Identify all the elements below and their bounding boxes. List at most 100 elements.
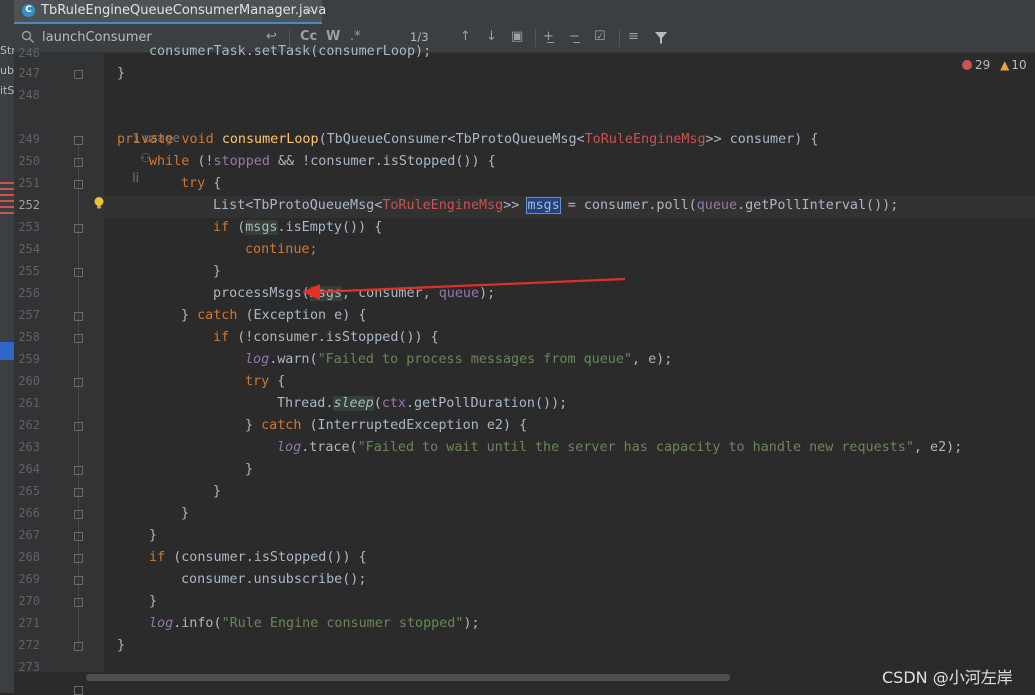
usage-highlight: sleep <box>333 396 374 411</box>
code-token: "Failed to wait until the server has cap… <box>357 440 914 455</box>
fold-marker[interactable] <box>74 136 83 145</box>
code-token: .getPollInterval()); <box>737 198 899 213</box>
line-number: 254 <box>18 242 40 256</box>
code-token: continue <box>245 242 310 257</box>
line-number: 249 <box>18 132 40 146</box>
watermark: CSDN @小河左岸 <box>882 668 1013 687</box>
project-tree-text: ub <box>0 64 14 77</box>
editor-gutter: 246 247 248 249 250 251 252 253 254 255 … <box>14 46 104 695</box>
code-line: } <box>213 484 222 499</box>
code-line: try { <box>245 372 285 392</box>
project-tree-text: itS <box>0 84 14 97</box>
error-icon <box>962 60 972 70</box>
code-line: consumer.unsubscribe(); <box>181 572 367 587</box>
code-token: log <box>277 440 302 455</box>
fold-marker[interactable] <box>74 554 83 563</box>
search-icon[interactable] <box>21 30 35 44</box>
fold-marker[interactable] <box>74 180 83 189</box>
code-line: } catch (Exception e) { <box>181 306 366 326</box>
code-token: = consumer.poll( <box>559 198 697 213</box>
fold-marker[interactable] <box>74 312 83 321</box>
scrollbar-thumb[interactable] <box>86 674 730 681</box>
line-number: 272 <box>18 638 40 652</box>
selected-tree-item[interactable] <box>0 342 14 360</box>
line-number: 263 <box>18 440 40 454</box>
code-token: "Rule Engine consumer stopped" <box>221 616 464 631</box>
code-token: try <box>181 176 206 191</box>
code-token: } <box>181 308 198 323</box>
next-occurrence-icon[interactable]: ↓ <box>486 29 497 44</box>
previous-occurrence-icon[interactable]: ↑ <box>460 29 471 44</box>
code-token: && !consumer.isStopped()) { <box>269 154 496 169</box>
line-number: 258 <box>18 330 40 344</box>
code-token: if <box>213 220 238 235</box>
usage-inlay-hint[interactable]: 1 usage ⚇ li <box>117 108 180 185</box>
code-token: >> <box>503 198 528 213</box>
code-token: .trace( <box>301 440 358 455</box>
warning-icon: ▲ <box>1000 58 1010 72</box>
line-number: 246 <box>18 46 40 60</box>
code-line: } <box>117 638 126 653</box>
code-line: } catch (InterruptedException e2) { <box>245 416 527 436</box>
code-token: if <box>213 330 238 345</box>
unselect-occurrence-icon[interactable]: −̲ <box>569 29 580 44</box>
inspection-widget[interactable]: 29 ▲ 10 <box>962 58 1027 72</box>
code-line: log.warn("Failed to process messages fro… <box>245 350 672 370</box>
error-marker <box>0 200 14 202</box>
code-token: consumerLoop <box>221 132 319 147</box>
code-editor[interactable]: consumerTask.setTask(consumerLoop); } 1 … <box>104 44 1035 672</box>
fold-marker[interactable] <box>74 532 83 541</box>
code-token: ); <box>463 616 480 631</box>
line-number: 267 <box>18 528 40 542</box>
code-token: >> consumer) { <box>705 132 819 147</box>
code-token: (InterruptedException e2) { <box>309 418 528 433</box>
code-line: while (!stopped && !consumer.isStopped()… <box>149 152 496 172</box>
code-token: ctx <box>381 396 406 411</box>
select-all-occurrences-icon[interactable]: ☑ <box>594 29 606 44</box>
fold-marker[interactable] <box>74 510 83 519</box>
fold-marker[interactable] <box>74 598 83 607</box>
code-token: .warn( <box>269 352 318 367</box>
close-tab-icon[interactable]: × <box>304 2 314 16</box>
filter-search-results-icon[interactable]: ▣ <box>511 29 523 44</box>
error-count: 29 <box>975 58 991 72</box>
fold-marker[interactable] <box>74 334 83 343</box>
code-token: { <box>205 176 222 191</box>
code-token: stopped <box>213 154 270 169</box>
selected-token: msgs <box>526 197 561 214</box>
code-line: if (msgs.isEmpty()) { <box>213 218 382 238</box>
fold-marker[interactable] <box>74 422 83 431</box>
fold-marker[interactable] <box>74 224 83 233</box>
fold-marker[interactable] <box>74 466 83 475</box>
fold-marker[interactable] <box>74 158 83 167</box>
fold-marker[interactable] <box>74 378 83 387</box>
filter-lines-icon[interactable]: ≡ <box>628 29 639 44</box>
line-number: 257 <box>18 308 40 322</box>
code-line: } <box>181 506 190 521</box>
code-token: try <box>245 374 270 389</box>
code-token: queue <box>696 198 738 213</box>
fold-marker[interactable] <box>74 686 83 695</box>
fold-marker[interactable] <box>74 488 83 497</box>
line-number: 253 <box>18 220 40 234</box>
line-number: 270 <box>18 594 40 608</box>
line-number: 262 <box>18 418 40 432</box>
fold-marker[interactable] <box>74 642 83 651</box>
code-token: } <box>245 418 262 433</box>
annotation-arrow <box>302 277 626 300</box>
code-token: while <box>149 154 198 169</box>
code-line: Thread.sleep(ctx.getPollDuration()); <box>277 394 567 414</box>
fold-marker[interactable] <box>74 70 83 79</box>
code-line: if (consumer.isStopped()) { <box>149 548 367 568</box>
code-line: log.info("Rule Engine consumer stopped")… <box>149 614 480 634</box>
code-token: .info( <box>173 616 222 631</box>
code-token: , e); <box>631 352 673 367</box>
code-token: .getPollDuration()); <box>406 396 568 411</box>
editor-tab[interactable]: C TbRuleEngineQueueConsumerManager.java … <box>14 0 326 25</box>
error-marker <box>0 188 14 190</box>
fold-marker[interactable] <box>74 268 83 277</box>
add-selection-next-icon[interactable]: +̲ <box>543 29 554 44</box>
fold-marker[interactable] <box>74 576 83 585</box>
code-token: log <box>245 352 270 367</box>
filter-icon[interactable] <box>654 31 668 45</box>
